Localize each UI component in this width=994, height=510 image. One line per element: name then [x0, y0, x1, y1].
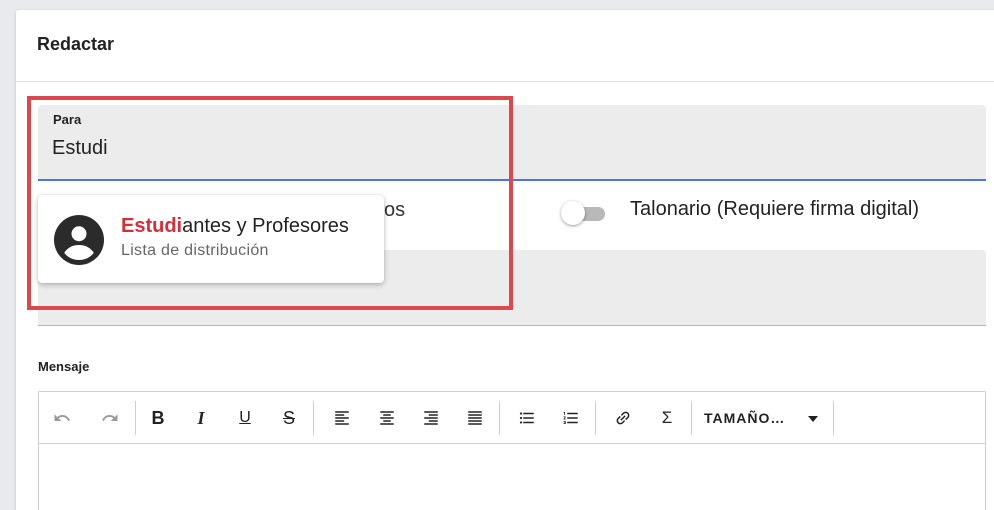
- align-center-button[interactable]: [373, 404, 401, 432]
- align-right-button[interactable]: [417, 404, 445, 432]
- toolbar-separator: [313, 401, 314, 435]
- redo-icon: [102, 414, 118, 421]
- account-circle-icon: [54, 215, 104, 265]
- toolbar-separator: [595, 401, 596, 435]
- align-left-button[interactable]: [328, 404, 356, 432]
- bullet-list-icon: [519, 412, 534, 424]
- align-center-icon: [380, 411, 394, 425]
- talonario-label: Talonario (Requiere firma digital): [630, 198, 920, 220]
- justify-button[interactable]: [461, 404, 489, 432]
- italic-button[interactable]: I: [187, 404, 215, 432]
- link-icon: [616, 411, 630, 425]
- toolbar-separator: [833, 401, 834, 435]
- font-size-select[interactable]: TAMAÑO…: [704, 404, 832, 432]
- suggestion-rest: antes y Profesores: [182, 215, 349, 237]
- numbered-list-button[interactable]: [557, 404, 585, 432]
- strikethrough-button[interactable]: S: [275, 404, 303, 432]
- align-left-icon: [335, 411, 349, 425]
- align-justify-icon: [468, 411, 482, 425]
- bold-button[interactable]: B: [144, 404, 172, 432]
- align-right-icon: [424, 411, 438, 425]
- undo-button[interactable]: [48, 404, 76, 432]
- suggestion-title: Estudiantes y Profesores: [121, 215, 349, 238]
- title-divider: [16, 81, 994, 82]
- toolbar-separator: [691, 401, 692, 435]
- undo-icon: [54, 414, 70, 421]
- toggle-knob: [561, 201, 585, 225]
- toolbar-separator: [499, 401, 500, 435]
- formula-button[interactable]: Σ: [653, 404, 681, 432]
- message-editor: B I U S Σ TAMAÑO…: [38, 391, 986, 510]
- compose-title: Redactar: [37, 34, 115, 54]
- suggestion-subtitle: Lista de distribución: [121, 242, 269, 259]
- chevron-down-icon: [808, 416, 818, 422]
- to-label: Para: [53, 112, 82, 127]
- autocomplete-suggestion[interactable]: Estudiantes y Profesores Lista de distri…: [38, 195, 384, 283]
- distribution-option-label: os: [384, 199, 406, 221]
- link-button[interactable]: [609, 404, 637, 432]
- talonario-toggle[interactable]: [561, 201, 609, 225]
- message-label: Mensaje: [38, 359, 90, 374]
- toolbar-separator: [135, 401, 136, 435]
- font-size-label: TAMAÑO…: [704, 410, 786, 426]
- bullet-list-button[interactable]: [513, 404, 541, 432]
- suggestion-match: Estudi: [121, 215, 183, 237]
- redo-button[interactable]: [96, 404, 124, 432]
- underline-button[interactable]: U: [231, 404, 259, 432]
- to-field[interactable]: Para: [38, 105, 986, 181]
- numbered-list-icon: [563, 412, 578, 424]
- to-input[interactable]: [52, 133, 472, 163]
- editor-toolbar: B I U S Σ TAMAÑO…: [39, 392, 985, 444]
